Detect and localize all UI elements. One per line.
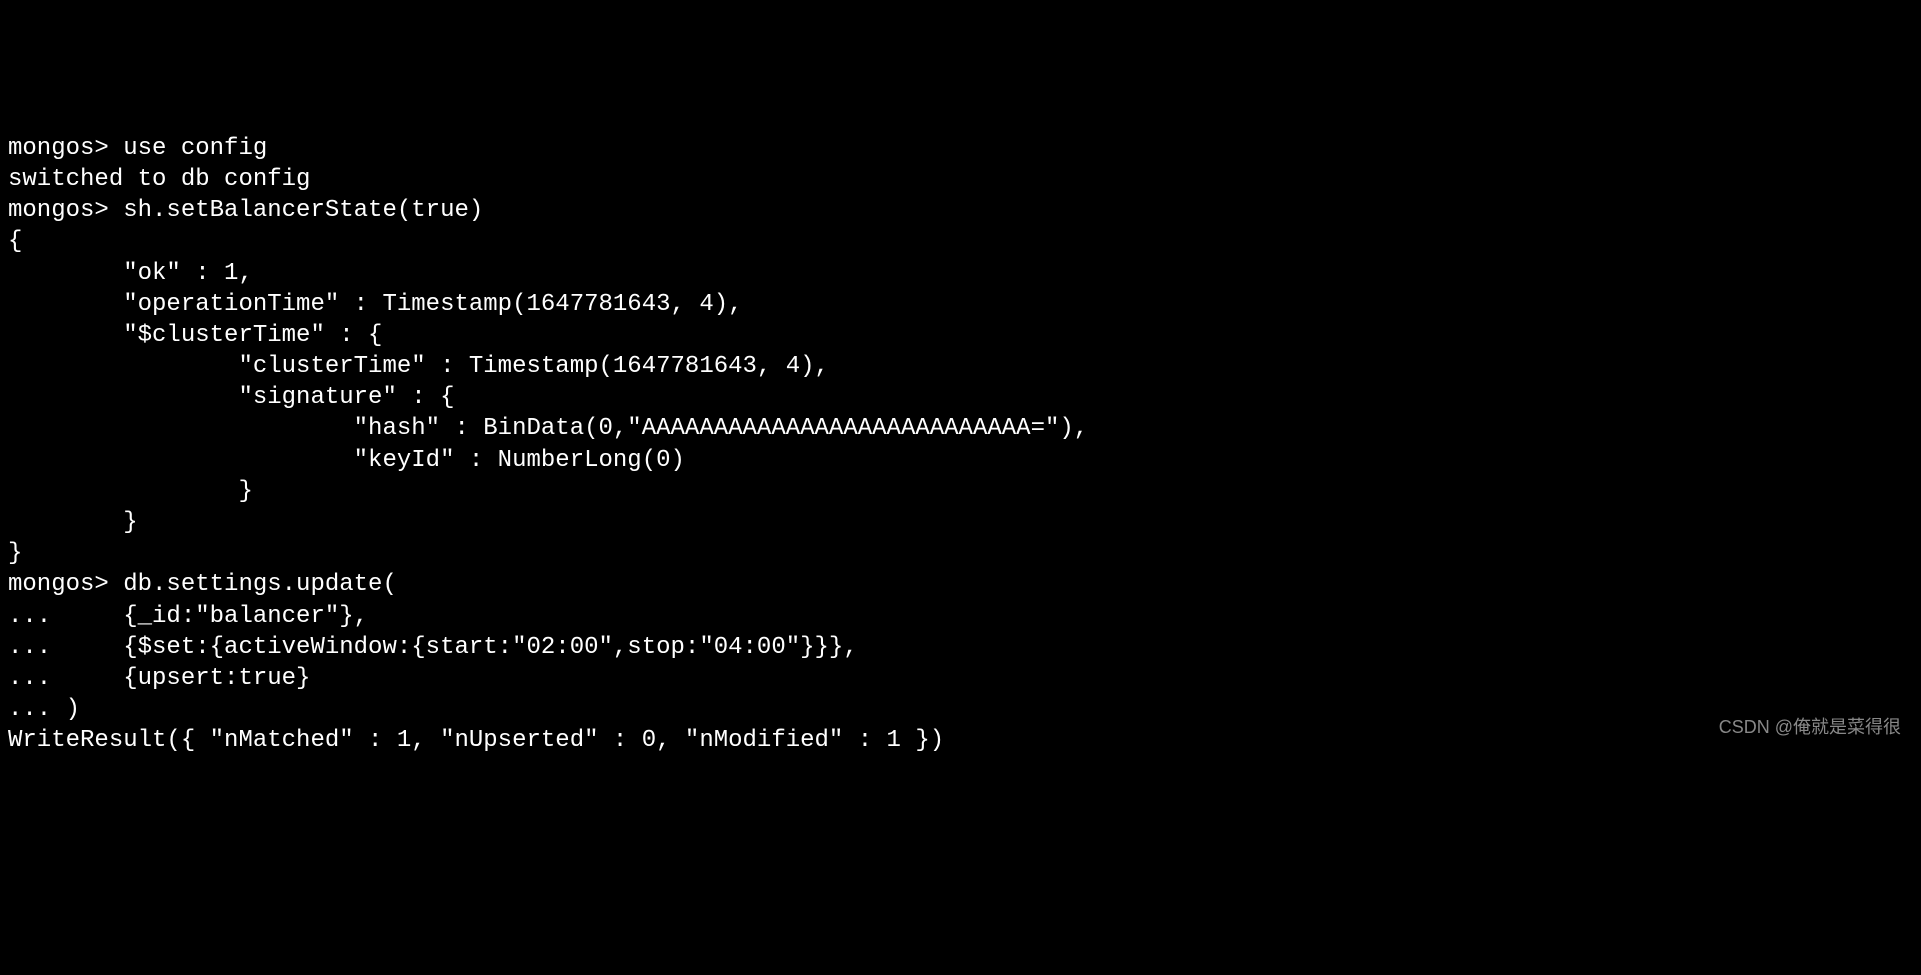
terminal-line: "signature" : { — [8, 382, 1913, 413]
terminal-line: ... {_id:"balancer"}, — [8, 601, 1913, 632]
terminal-line: WriteResult({ "nMatched" : 1, "nUpserted… — [8, 725, 1913, 756]
terminal-line: "$clusterTime" : { — [8, 320, 1913, 351]
terminal-line: "keyId" : NumberLong(0) — [8, 445, 1913, 476]
terminal-line: ... ) — [8, 694, 1913, 725]
terminal-line: "clusterTime" : Timestamp(1647781643, 4)… — [8, 351, 1913, 382]
terminal-line: mongos> db.settings.update( — [8, 569, 1913, 600]
terminal-line: } — [8, 538, 1913, 569]
terminal-line: { — [8, 226, 1913, 257]
watermark-text: CSDN @俺就是菜得很 — [1719, 716, 1901, 739]
terminal-line: "operationTime" : Timestamp(1647781643, … — [8, 289, 1913, 320]
terminal-line: } — [8, 476, 1913, 507]
terminal-line: "ok" : 1, — [8, 258, 1913, 289]
terminal-line: "hash" : BinData(0,"AAAAAAAAAAAAAAAAAAAA… — [8, 413, 1913, 444]
terminal-output[interactable]: mongos> use configswitched to db configm… — [8, 133, 1913, 757]
terminal-line: switched to db config — [8, 164, 1913, 195]
terminal-line: ... {$set:{activeWindow:{start:"02:00",s… — [8, 632, 1913, 663]
terminal-line: mongos> use config — [8, 133, 1913, 164]
terminal-line: mongos> sh.setBalancerState(true) — [8, 195, 1913, 226]
terminal-line: } — [8, 507, 1913, 538]
terminal-line: ... {upsert:true} — [8, 663, 1913, 694]
